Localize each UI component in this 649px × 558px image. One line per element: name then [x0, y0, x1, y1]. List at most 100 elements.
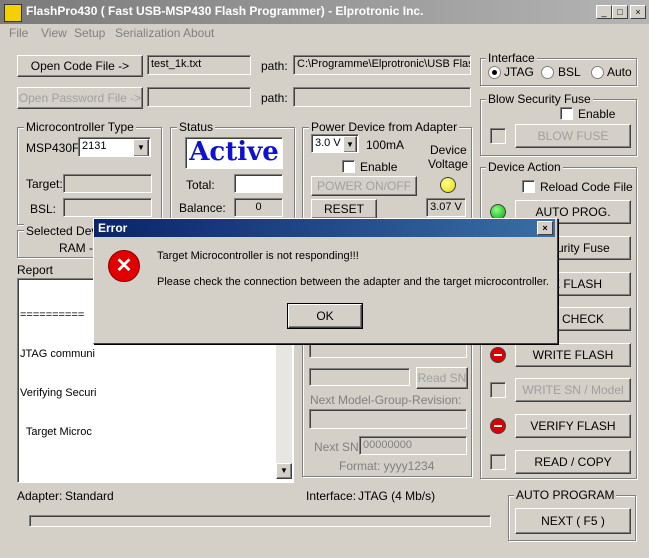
sn-field	[309, 368, 410, 386]
adapter-value: Standard	[65, 489, 114, 503]
verify-flash-button[interactable]: VERIFY FLASH	[515, 414, 631, 438]
menu-about[interactable]: About	[183, 26, 214, 40]
selected-device-title: Selected Devi	[24, 224, 103, 238]
progress-bar	[29, 515, 491, 527]
code-path-label: path:	[261, 59, 288, 73]
total-label: Total:	[186, 178, 215, 192]
write-sn-status-box	[490, 382, 506, 398]
voltage-select[interactable]: 3.0 V ▼	[311, 134, 359, 153]
next-button[interactable]: NEXT ( F5 )	[515, 508, 631, 534]
blow-fuse-status-box	[490, 128, 506, 144]
report-text: ========== JTAG communi Verifying Securi…	[20, 283, 96, 465]
power-onoff-button[interactable]: POWER ON/OFF	[311, 176, 417, 196]
radio-bsl[interactable]	[541, 66, 554, 79]
bsl-field	[63, 198, 152, 217]
verify-flash-status-led	[490, 418, 506, 434]
interface-status-label: Interface:	[306, 489, 357, 503]
menu-setup[interactable]: Setup	[74, 26, 105, 40]
title-bar[interactable]: FlashPro430 ( Fast USB-MSP430 Flash Prog…	[0, 0, 649, 24]
reload-code-checkbox[interactable]	[522, 180, 535, 193]
close-button[interactable]: ×	[630, 5, 646, 19]
voltage-label: Voltage	[428, 157, 469, 171]
dialog-message-1: Target Microcontroller is not responding…	[157, 250, 359, 262]
error-dialog[interactable]: Error × ✕ Target Microcontroller is not …	[93, 218, 558, 344]
next-model-label: Next Model-Group-Revision:	[310, 393, 462, 407]
reload-code-label[interactable]: Reload Code File	[540, 180, 633, 194]
adapter-label: Adapter:	[17, 489, 63, 503]
status-title: Status	[177, 120, 216, 134]
code-file-field[interactable]: test_1k.txt	[147, 55, 251, 75]
menu-bar: File View Setup Serialization About	[0, 24, 649, 42]
error-icon: ✕	[108, 250, 140, 282]
blow-fuse-title: Blow Security Fuse	[486, 92, 593, 106]
report-title: Report	[17, 263, 54, 277]
bsl-label: BSL:	[30, 202, 57, 216]
interface-status-value: JTAG (4 Mb/s)	[358, 489, 436, 503]
minimize-button[interactable]: _	[596, 5, 612, 19]
auto-program-title: AUTO PROGRAM	[514, 488, 617, 502]
mcu-prefix-label: MSP430F-	[26, 141, 84, 155]
dialog-close-button[interactable]: ×	[537, 221, 553, 235]
mcu-select-value: 2131	[82, 140, 107, 152]
dialog-title-bar[interactable]: Error ×	[94, 219, 555, 237]
read-copy-button[interactable]: READ / COPY	[515, 450, 631, 474]
menu-file[interactable]: File	[9, 26, 28, 40]
maximize-button[interactable]: □	[612, 5, 628, 19]
device-action-title: Device Action	[486, 160, 563, 174]
window-title: FlashPro430 ( Fast USB-MSP430 Flash Prog…	[26, 4, 424, 18]
report-line: Verifying Securi	[20, 387, 97, 399]
measured-voltage: 3.07 V	[426, 198, 466, 217]
password-path-field[interactable]	[293, 87, 471, 107]
device-label: Device	[430, 143, 467, 157]
read-sn-button[interactable]: Read SN	[416, 367, 468, 389]
chevron-down-icon[interactable]: ▼	[133, 139, 149, 156]
ok-button[interactable]: OK	[287, 303, 363, 329]
status-display: Active	[185, 137, 283, 169]
next-sn-label: Next SN:	[314, 440, 363, 454]
power-enable-label[interactable]: Enable	[360, 160, 397, 174]
code-path-field[interactable]: C:\Programme\Elprotronic\USB Flas	[293, 55, 471, 75]
radio-auto[interactable]	[591, 66, 604, 79]
current-label: 100mA	[366, 138, 405, 152]
target-field	[63, 174, 152, 193]
password-file-field[interactable]	[147, 87, 251, 107]
voltage-indicator-led	[440, 177, 456, 193]
microcontroller-title: Microcontroller Type	[24, 120, 136, 134]
blow-fuse-button[interactable]: BLOW FUSE	[515, 124, 631, 148]
radio-bsl-label[interactable]: BSL	[558, 65, 581, 79]
write-flash-button[interactable]: WRITE FLASH	[515, 343, 631, 367]
power-title: Power Device from Adapter	[309, 120, 460, 134]
power-enable-checkbox[interactable]	[342, 160, 355, 173]
balance-label: Balance:	[179, 201, 226, 215]
report-line: ==========	[20, 309, 85, 321]
read-copy-status-box	[490, 454, 506, 470]
radio-jtag-label[interactable]: JTAG	[504, 65, 534, 79]
next-sn-field: 00000000	[359, 436, 467, 455]
scroll-down-icon[interactable]: ▼	[276, 463, 292, 479]
blow-fuse-enable-label[interactable]: Enable	[578, 107, 615, 121]
mcu-select[interactable]: 2131 ▼	[78, 137, 151, 157]
next-model-field	[309, 409, 467, 429]
report-line: Target Microc	[20, 426, 92, 438]
report-line: JTAG communi	[20, 348, 95, 360]
selected-device-value: RAM -	[59, 241, 93, 255]
target-label: Target:	[26, 177, 63, 191]
total-field	[234, 174, 283, 193]
app-icon[interactable]	[4, 4, 22, 22]
interface-title: Interface	[486, 51, 537, 65]
dialog-message-2: Please check the connection between the …	[157, 276, 549, 288]
reset-button[interactable]: RESET	[311, 199, 377, 219]
open-password-file-button[interactable]: Open Password File ->	[17, 87, 143, 109]
password-path-label: path:	[261, 91, 288, 105]
blow-fuse-enable-checkbox[interactable]	[560, 107, 573, 120]
open-code-file-button[interactable]: Open Code File ->	[17, 55, 143, 77]
chevron-down-icon[interactable]: ▼	[343, 136, 357, 152]
menu-view[interactable]: View	[41, 26, 67, 40]
menu-serialization[interactable]: Serialization	[115, 26, 180, 40]
radio-jtag[interactable]	[488, 66, 501, 79]
write-flash-status-led	[490, 347, 506, 363]
balance-field: 0	[234, 198, 283, 217]
radio-auto-label[interactable]: Auto	[607, 65, 632, 79]
write-sn-model-button[interactable]: WRITE SN / Model	[515, 378, 631, 402]
voltage-select-value: 3.0 V	[315, 137, 341, 149]
